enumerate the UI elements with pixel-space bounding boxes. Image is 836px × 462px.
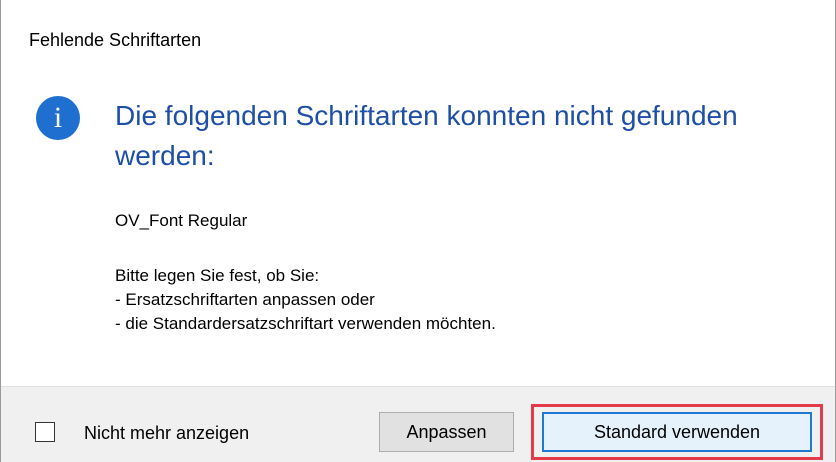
- anpassen-button[interactable]: Anpassen: [379, 412, 514, 452]
- missing-fonts-dialog: Fehlende Schriftarten i Die folgenden Sc…: [0, 0, 836, 462]
- dialog-headline: Die folgenden Schriftarten konnten nicht…: [115, 100, 738, 171]
- missing-font-name: OV_Font Regular: [115, 211, 248, 230]
- instructions-line: Bitte legen Sie fest, ob Sie:: [115, 266, 320, 285]
- dialog-title: Fehlende Schriftarten: [29, 30, 202, 50]
- dont-show-again-label[interactable]: Nicht mehr anzeigen: [84, 423, 249, 444]
- instructions-line: - die Standardersatzschriftart verwenden…: [115, 314, 496, 333]
- instructions-text: Bitte legen Sie fest, ob Sie: - Ersatzsc…: [115, 264, 496, 336]
- standard-verwenden-button[interactable]: Standard verwenden: [542, 412, 812, 452]
- info-icon-glyph: i: [53, 101, 63, 134]
- dialog-footer: Nicht mehr anzeigen Anpassen Standard ve…: [1, 386, 835, 462]
- info-icon: i: [36, 96, 80, 140]
- dont-show-again-checkbox[interactable]: [35, 422, 55, 442]
- instructions-line: - Ersatzschriftarten anpassen oder: [115, 290, 375, 309]
